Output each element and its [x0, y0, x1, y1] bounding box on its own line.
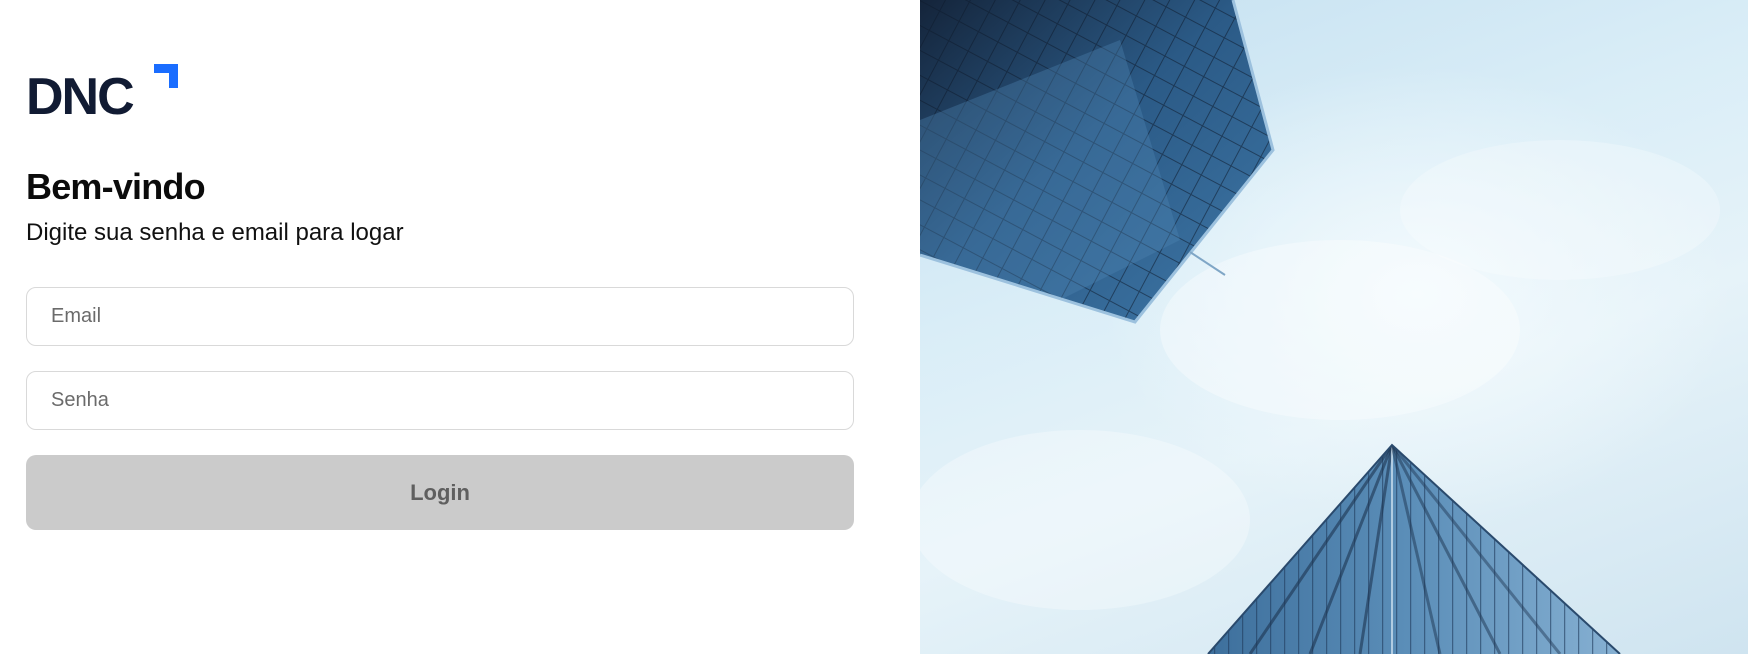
page-subtitle: Digite sua senha e email para logar [26, 219, 404, 246]
skyscrapers-image [920, 0, 1748, 654]
email-input[interactable] [26, 287, 854, 346]
login-button[interactable]: Login [26, 455, 854, 530]
password-input[interactable] [26, 371, 854, 430]
logo-text: DNC [26, 68, 135, 126]
login-page: DNC Bem-vindo Digite sua senha e email p… [0, 0, 1748, 654]
login-panel: DNC Bem-vindo Digite sua senha e email p… [0, 0, 920, 654]
dnc-logo: DNC [26, 63, 178, 125]
page-title: Bem-vindo [26, 166, 206, 207]
building-lower [1207, 443, 1621, 654]
logo-corner-icon [154, 64, 178, 88]
